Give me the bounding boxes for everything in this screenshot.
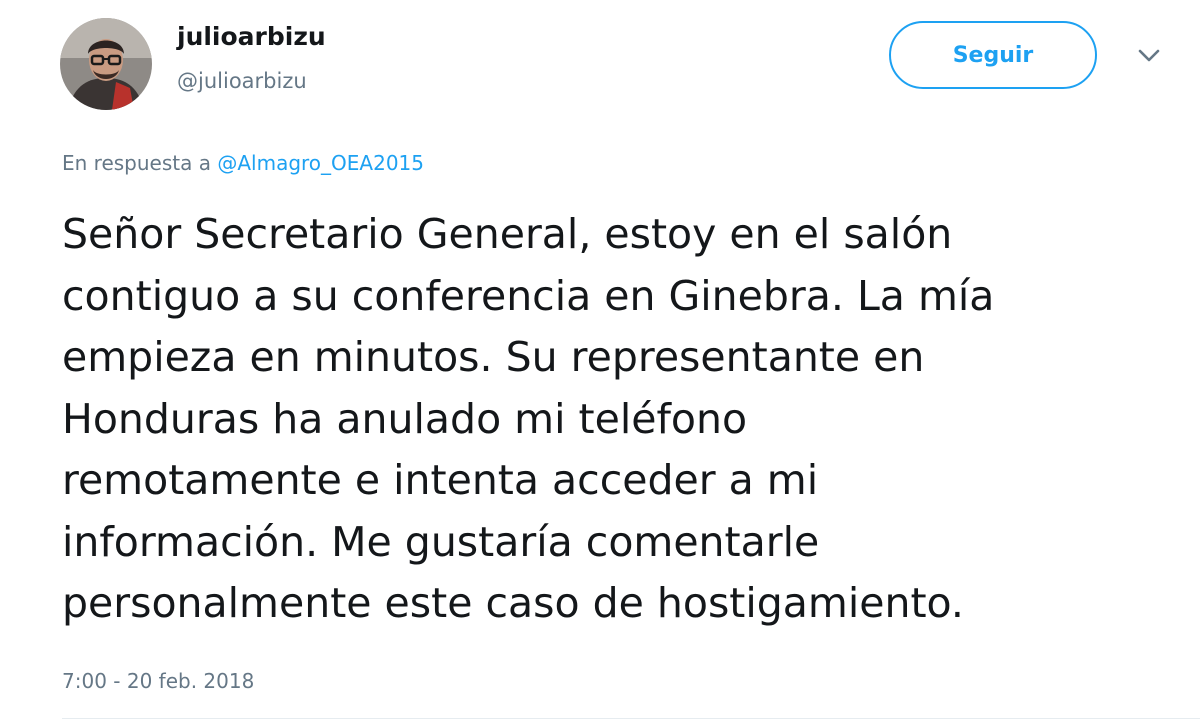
tweet-text-line: empieza en minutos. Su representante en [62, 333, 925, 381]
profile-photo-icon [60, 18, 152, 110]
tweet-card: julioarbizu @julioarbizu Seguir En respu… [0, 0, 1200, 728]
tweet-text-line: información. Me gustaría comentarle [62, 517, 820, 566]
chevron-down-icon[interactable] [1135, 46, 1163, 66]
reply-prefix: En respuesta a [62, 151, 211, 175]
tweet-timestamp[interactable]: 7:00 - 20 feb. 2018 [62, 668, 254, 694]
tweet-text-line: personalmente este caso de hostigamiento… [62, 579, 964, 627]
tweet-text-line: Señor Secretario General, estoy en el sa… [62, 210, 953, 258]
tweet-text-line: Honduras ha anulado mi teléfono [62, 394, 748, 443]
tweet-text-line: remotamente e intenta acceder a mi [62, 456, 819, 504]
avatar[interactable] [60, 18, 152, 110]
reply-context: En respuesta a @Almagro_OEA2015 [62, 150, 424, 176]
divider [62, 718, 1200, 719]
tweet-text-line: contiguo a su conferencia en Ginebra. La… [62, 271, 995, 320]
tweet-text: Señor Secretario General, estoy en el sa… [62, 204, 1162, 635]
screen-name[interactable]: @julioarbizu [177, 68, 307, 94]
follow-button[interactable]: Seguir [889, 21, 1097, 89]
display-name[interactable]: julioarbizu [177, 22, 326, 52]
reply-mention-link[interactable]: @Almagro_OEA2015 [217, 151, 424, 175]
